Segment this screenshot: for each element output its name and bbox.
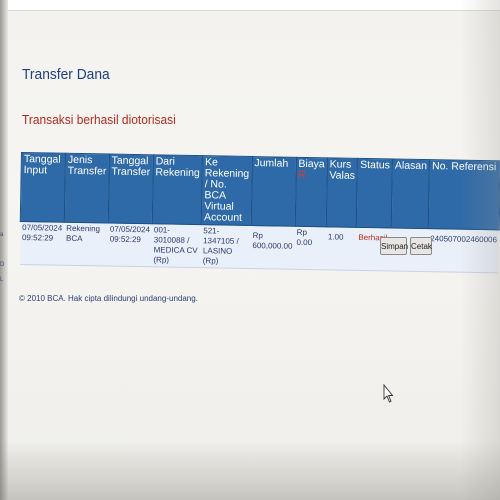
edge-glyph: a <box>0 232 4 238</box>
edge-glyph: D <box>0 262 5 268</box>
success-message: Transaksi berhasil diotorisasi <box>22 112 176 127</box>
mouse-pointer-icon <box>383 384 393 403</box>
header-tanggal-input: Tanggal Input <box>20 152 66 223</box>
cetak-button[interactable]: Cetak <box>410 237 432 255</box>
browser-top-band <box>0 0 500 11</box>
header-alasan: Alasan <box>391 158 430 229</box>
cell-dari-rekening: 001-3010088 / MEDICA CV (Rp) <box>151 223 202 268</box>
header-tanggal-transfer: Tanggal Transfer <box>108 154 154 224</box>
header-biaya: Biaya R <box>294 157 328 227</box>
cell-biaya: Rp 0.00 <box>294 226 327 270</box>
header-kurs-valas: Kurs Valas <box>326 157 358 228</box>
cell-jenis-transfer: Rekening BCA <box>63 222 109 267</box>
simpan-button[interactable]: Simpan <box>380 237 408 255</box>
cell-jumlah: Rp 600,000.00 <box>250 225 295 270</box>
edge-glyph: L <box>0 277 4 283</box>
header-status: Status <box>356 158 393 228</box>
screen-left-edge <box>0 0 8 500</box>
header-jumlah: Jumlah <box>250 156 297 227</box>
header-dari-rekening: Dari Rekening <box>152 154 203 225</box>
header-biaya-marker: R <box>298 168 306 181</box>
table-header-row: Tanggal Input Jenis Transfer Tanggal Tra… <box>20 152 500 230</box>
copyright-footer: © 2010 BCA. Hak cipta dilindungi undang-… <box>19 294 198 303</box>
header-jenis-transfer: Jenis Transfer <box>64 153 110 224</box>
bottom-shade <box>0 440 500 500</box>
cell-tanggal-input: 07/05/2024 09:52:29 <box>19 221 65 266</box>
cell-tanggal-transfer: 07/05/2024 09:52:29 <box>107 223 153 267</box>
page-title: Transfer Dana <box>22 66 110 83</box>
right-shade <box>460 0 500 500</box>
cell-kurs-valas: 1.00 <box>325 226 357 271</box>
header-ke-rekening: Ke Rekening / No. BCA Virtual Account <box>201 155 252 226</box>
cell-ke-rekening: 521-1347105 / LASINO (Rp) <box>200 224 251 269</box>
